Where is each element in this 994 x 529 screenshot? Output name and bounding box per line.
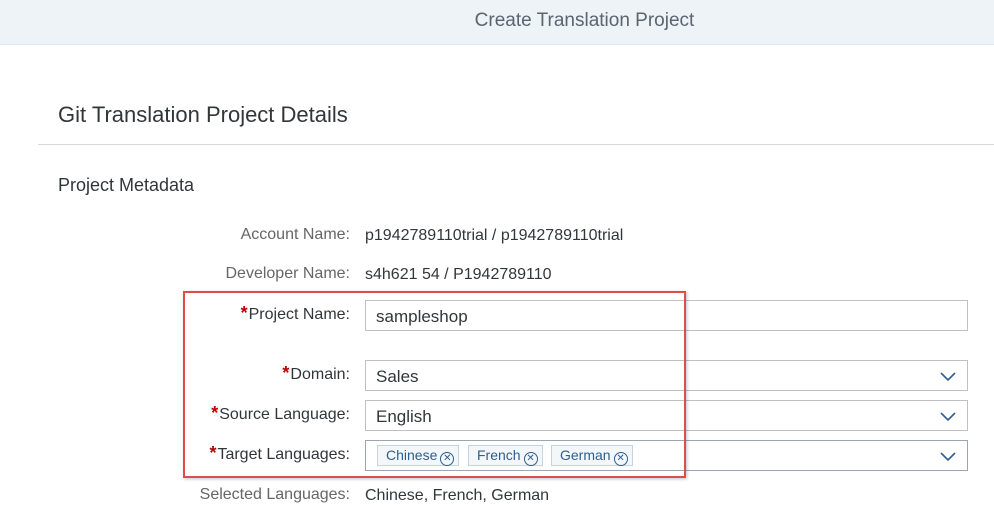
- chevron-down-icon[interactable]: [939, 369, 957, 383]
- section-title: Git Translation Project Details: [58, 102, 348, 127]
- required-marker: *: [282, 363, 290, 383]
- account-name-value: p1942789110trial / p1942789110trial: [365, 227, 624, 244]
- remove-token-icon[interactable]: ✕: [523, 452, 538, 466]
- remove-token-icon[interactable]: ✕: [613, 452, 628, 466]
- subsection-title: Project Metadata: [58, 175, 195, 195]
- required-marker: *: [211, 403, 219, 423]
- chevron-down-icon[interactable]: [939, 409, 957, 423]
- target-language-token[interactable]: German ✕: [551, 445, 633, 466]
- selected-languages-label: Selected Languages:: [199, 486, 350, 503]
- developer-name-value: s4h621 54 / P1942789110: [365, 266, 552, 283]
- target-language-token[interactable]: French ✕: [468, 445, 543, 466]
- target-languages-multiselect[interactable]: Chinese ✕ French ✕ German ✕: [365, 440, 968, 471]
- target-languages-label: *Target Languages:: [209, 443, 350, 463]
- domain-value: Sales: [376, 367, 419, 386]
- source-language-value: English: [376, 407, 432, 426]
- chevron-down-icon[interactable]: [939, 449, 957, 463]
- account-name-label: Account Name:: [240, 226, 350, 243]
- page-header: Create Translation Project: [0, 0, 994, 45]
- target-language-token[interactable]: Chinese ✕: [377, 445, 460, 466]
- project-name-input[interactable]: sampleshop: [365, 300, 968, 331]
- project-name-value: sampleshop: [376, 307, 468, 326]
- domain-select[interactable]: Sales: [365, 360, 968, 391]
- selected-languages-value: Chinese, French, German: [365, 487, 550, 504]
- page-title: Create Translation Project: [474, 10, 695, 31]
- remove-token-icon[interactable]: ✕: [440, 452, 455, 466]
- required-marker: *: [209, 443, 217, 463]
- domain-label: *Domain:: [282, 363, 350, 383]
- source-language-label: *Source Language:: [211, 403, 350, 423]
- section-divider: [38, 144, 994, 145]
- developer-name-label: Developer Name:: [225, 265, 351, 282]
- source-language-select[interactable]: English: [365, 400, 968, 431]
- required-marker: *: [240, 303, 248, 323]
- project-name-label: *Project Name:: [240, 303, 350, 323]
